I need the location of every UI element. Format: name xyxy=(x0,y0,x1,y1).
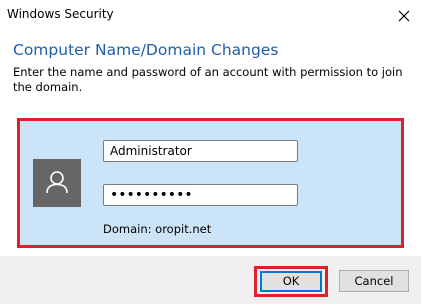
user-icon xyxy=(46,171,68,194)
dialog-heading: Computer Name/Domain Changes xyxy=(13,41,279,59)
credential-tile[interactable]: Domain: oropit.net xyxy=(17,118,404,248)
ok-button[interactable]: OK xyxy=(260,271,322,292)
domain-label: Domain: oropit.net xyxy=(103,222,212,236)
avatar xyxy=(33,159,81,207)
window-title: Windows Security xyxy=(7,7,114,21)
close-icon xyxy=(398,10,410,22)
close-button[interactable] xyxy=(393,5,415,27)
dialog-description: Enter the name and password of an accoun… xyxy=(13,65,403,94)
cancel-button[interactable]: Cancel xyxy=(339,270,409,292)
username-field[interactable] xyxy=(103,140,298,162)
windows-security-dialog: Windows Security Computer Name/Domain Ch… xyxy=(0,0,421,304)
password-field[interactable] xyxy=(103,184,298,206)
title-bar: Windows Security xyxy=(0,0,421,32)
